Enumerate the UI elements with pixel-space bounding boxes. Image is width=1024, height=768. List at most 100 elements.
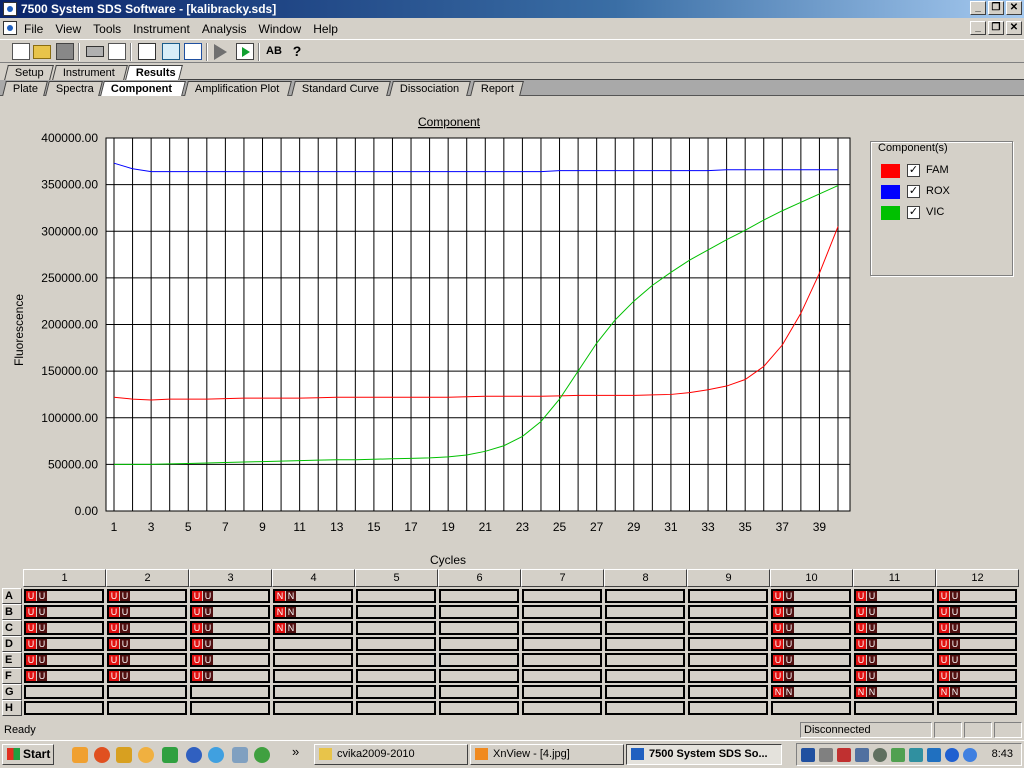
plate-well[interactable]: UU [24,621,104,635]
plate-column-header[interactable]: 9 [687,569,770,587]
plate-column-header[interactable]: 1 [23,569,106,587]
quicklaunch-messenger-icon[interactable] [72,747,88,763]
plate-column-header[interactable]: 2 [106,569,189,587]
minimize-button[interactable]: _ [970,1,986,15]
tray-network-icon[interactable] [819,748,833,762]
plate-well[interactable] [439,605,519,619]
quicklaunch-chrome-icon[interactable] [208,747,224,763]
plate-well[interactable] [522,589,602,603]
tab-component[interactable]: Component [100,81,186,96]
plate-well[interactable] [273,701,353,715]
plate-column-header[interactable]: 3 [189,569,272,587]
plate-row-header[interactable]: E [2,652,22,668]
plate-grid-icon[interactable] [184,43,202,60]
tray-shield-icon[interactable] [837,748,851,762]
plate-well[interactable]: UU [771,637,851,651]
plate-well[interactable] [24,701,104,715]
tray-tool-icon[interactable] [909,748,923,762]
analyze-icon[interactable] [236,43,254,60]
edit-icon[interactable] [162,43,180,60]
menu-view[interactable]: View [55,22,81,36]
tray-info-icon[interactable] [945,748,959,762]
plate-well[interactable] [24,685,104,699]
tab-instrument[interactable]: Instrument [52,65,128,80]
plate-well[interactable]: NN [771,685,851,699]
plate-well[interactable]: UU [24,605,104,619]
plate-well[interactable]: UU [190,605,270,619]
app-icon[interactable] [3,2,17,16]
fam-checkbox[interactable]: ✓ [907,164,920,177]
plate-well[interactable]: UU [107,653,187,667]
plate-well[interactable]: UU [937,605,1017,619]
tab-spectra[interactable]: Spectra [45,81,103,96]
tab-plate[interactable]: Plate [2,81,48,96]
plate-column-header[interactable]: 7 [521,569,604,587]
plate-column-header[interactable]: 12 [936,569,1019,587]
plate-well[interactable]: UU [854,605,934,619]
plate-well[interactable] [688,589,768,603]
new-document-icon[interactable] [12,43,30,60]
plate-well[interactable]: UU [24,637,104,651]
plate-well[interactable] [688,621,768,635]
tab-report[interactable]: Report [470,81,524,96]
plate-well[interactable] [522,669,602,683]
start-button[interactable]: Start [2,744,54,765]
plate-well[interactable] [107,701,187,715]
plate-column-header[interactable]: 8 [604,569,687,587]
plate-well[interactable]: UU [24,669,104,683]
plate-well[interactable]: UU [771,589,851,603]
plate-row-header[interactable]: H [2,700,22,716]
plate-well[interactable] [854,701,934,715]
plate-well[interactable]: UU [854,589,934,603]
open-folder-icon[interactable] [33,45,51,59]
plate-well[interactable] [356,605,436,619]
quicklaunch-book-icon[interactable] [162,747,178,763]
plate-well[interactable]: UU [937,621,1017,635]
plate-well[interactable] [522,621,602,635]
plate-well[interactable] [688,701,768,715]
quicklaunch-user-icon[interactable] [232,747,248,763]
doc-minimize-button[interactable]: _ [970,21,986,35]
taskbar-button-folder[interactable]: cvika2009-2010 [314,744,468,765]
plate-well[interactable]: NN [273,621,353,635]
plate-well[interactable]: UU [107,605,187,619]
plate-well[interactable]: UU [937,637,1017,651]
plate-well[interactable] [439,589,519,603]
plate-well[interactable] [688,653,768,667]
plate-well[interactable] [190,685,270,699]
plate-well[interactable]: UU [854,669,934,683]
plate-column-header[interactable]: 5 [355,569,438,587]
plate-well[interactable] [356,669,436,683]
plate-well[interactable] [439,637,519,651]
plate-well[interactable] [356,701,436,715]
print-icon[interactable] [86,46,104,57]
plate-row-header[interactable]: G [2,684,22,700]
restore-button[interactable]: ❐ [988,1,1004,15]
menu-instrument[interactable]: Instrument [133,22,190,36]
menu-window[interactable]: Window [259,22,302,36]
plate-well[interactable] [688,605,768,619]
document-icon[interactable] [3,21,17,35]
plate-well[interactable]: NN [273,605,353,619]
doc-restore-button[interactable]: ❐ [988,21,1004,35]
tab-results[interactable]: Results [125,65,183,80]
plate-well[interactable] [937,701,1017,715]
plate-well[interactable] [439,669,519,683]
plate-well[interactable] [605,701,685,715]
plate-well[interactable] [439,701,519,715]
plate-well[interactable]: UU [190,637,270,651]
plate-well[interactable] [522,605,602,619]
plate-row-header[interactable]: D [2,636,22,652]
plate-well[interactable] [190,701,270,715]
plate-well[interactable] [688,685,768,699]
tray-globe-icon[interactable] [963,748,977,762]
quicklaunch-sun-icon[interactable] [138,747,154,763]
tab-standard-curve[interactable]: Standard Curve [291,81,391,96]
tray-cs-icon[interactable] [801,748,815,762]
tab-setup[interactable]: Setup [4,65,54,80]
plate-well[interactable] [356,685,436,699]
rox-checkbox[interactable]: ✓ [907,185,920,198]
plate-well[interactable]: UU [24,653,104,667]
menu-analysis[interactable]: Analysis [202,22,247,36]
plate-well[interactable] [273,685,353,699]
